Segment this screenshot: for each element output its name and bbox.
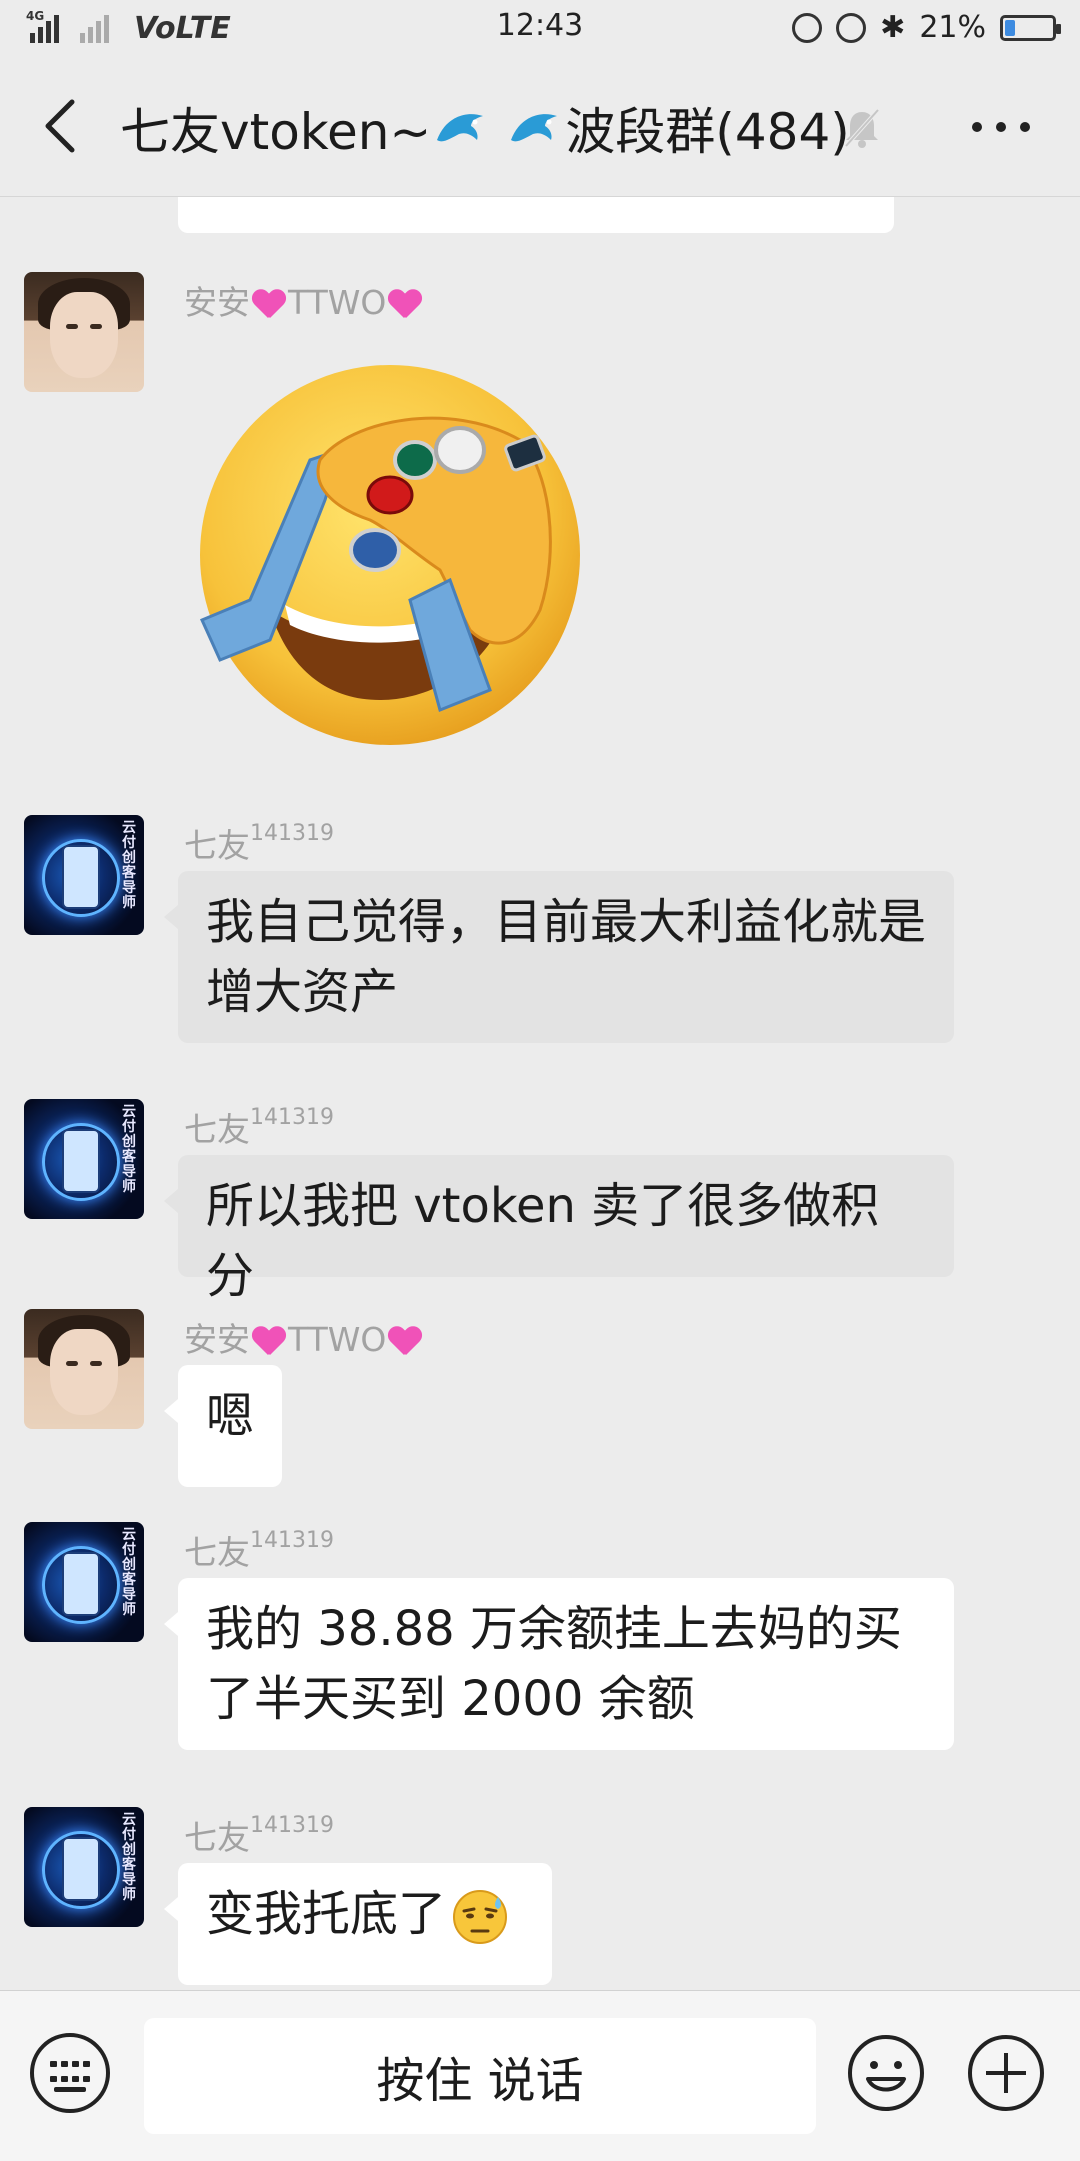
avatar[interactable] <box>24 272 144 392</box>
plus-icon[interactable] <box>966 2033 1046 2113</box>
sender-suffix: 141319 <box>250 1813 334 1838</box>
heart-icon-2 <box>388 290 422 320</box>
sender-name: 安安 TTWO <box>184 276 424 324</box>
chat-title-prefix: 七友vtoken~ <box>120 103 432 161</box>
status-right: ✱ 21% <box>792 10 1061 45</box>
chat-header: 七友vtoken~ 波段群(484) <box>0 56 1080 197</box>
bluetooth-icon: ✱ <box>880 10 906 45</box>
sender-name-text: 安安 <box>184 283 250 322</box>
facepalm-sticker[interactable] <box>190 350 600 750</box>
heart-icon-2 <box>388 1327 422 1357</box>
battery-percent: 21% <box>919 10 986 45</box>
input-bar: 按住 说话 <box>0 1990 1080 2161</box>
keyboard-icon[interactable] <box>30 2033 110 2113</box>
message-bubble[interactable]: 变我托底了 <box>164 1863 552 1985</box>
heart-icon <box>252 290 286 320</box>
sender-suffix: 141319 <box>250 1105 334 1130</box>
previous-message-bubble <box>178 197 894 233</box>
sender-name-text: 七友 <box>184 826 250 865</box>
sender-suffix: TTWO <box>288 283 387 322</box>
more-dots-icon[interactable] <box>972 122 1030 132</box>
sender-name: 七友141319 <box>184 819 334 867</box>
message-bubble[interactable]: 我自己觉得，目前最大利益化就是增大资产 <box>164 871 954 1043</box>
rotation-lock-icon <box>792 12 823 43</box>
avatar[interactable]: 云付创客导师 <box>24 815 144 935</box>
sender-name-text: 七友 <box>184 1533 250 1572</box>
sender-name: 七友141319 <box>184 1526 334 1574</box>
battery-icon <box>1000 14 1061 41</box>
avatar[interactable]: 云付创客导师 <box>24 1522 144 1642</box>
chevron-left-icon[interactable] <box>40 98 80 154</box>
dolphin-icon-2 <box>511 114 558 142</box>
avatar[interactable]: 云付创客导师 <box>24 1807 144 1927</box>
battery-fill <box>1005 19 1015 36</box>
sender-name: 七友141319 <box>184 1103 334 1151</box>
sender-suffix: 141319 <box>250 1528 334 1553</box>
avatar[interactable]: 云付创客导师 <box>24 1099 144 1219</box>
heart-icon <box>252 1327 286 1357</box>
chat-title: 七友vtoken~ 波段群(484) <box>120 92 850 164</box>
sender-name-text: 安安 <box>184 1320 250 1359</box>
message-bubble[interactable]: 所以我把 vtoken 卖了很多做积分 <box>164 1155 954 1304</box>
alarm-icon <box>836 12 867 43</box>
sweat-emoji-icon <box>453 1890 508 1944</box>
sender-suffix: TTWO <box>288 1320 387 1359</box>
message-list[interactable]: 安安 TTWO 云付创客导师 七友141319 我自己觉得，目前最大利益化就是增… <box>0 197 1080 1990</box>
avatar[interactable] <box>24 1309 144 1429</box>
status-bar: 4G VoLTE 12:43 ✱ 21% <box>0 0 1080 56</box>
sender-name: 七友141319 <box>184 1811 334 1859</box>
sender-name-text: 七友 <box>184 1110 250 1149</box>
sender-name-text: 七友 <box>184 1818 250 1857</box>
sender-suffix: 141319 <box>250 821 334 846</box>
bell-off-icon <box>844 108 880 148</box>
chat-title-suffix: 波段群(484) <box>565 103 850 161</box>
smiley-icon[interactable] <box>846 2033 926 2113</box>
sender-name: 安安 TTWO <box>184 1313 424 1361</box>
dolphin-icon <box>437 114 484 142</box>
message-text: 变我托底了 <box>206 1886 447 1942</box>
message-bubble[interactable]: 我的 38.88 万余额挂上去妈的买了半天买到 2000 余额 <box>164 1578 954 1750</box>
message-bubble[interactable]: 嗯 <box>164 1365 282 1487</box>
hold-to-talk-button[interactable]: 按住 说话 <box>144 2018 816 2134</box>
